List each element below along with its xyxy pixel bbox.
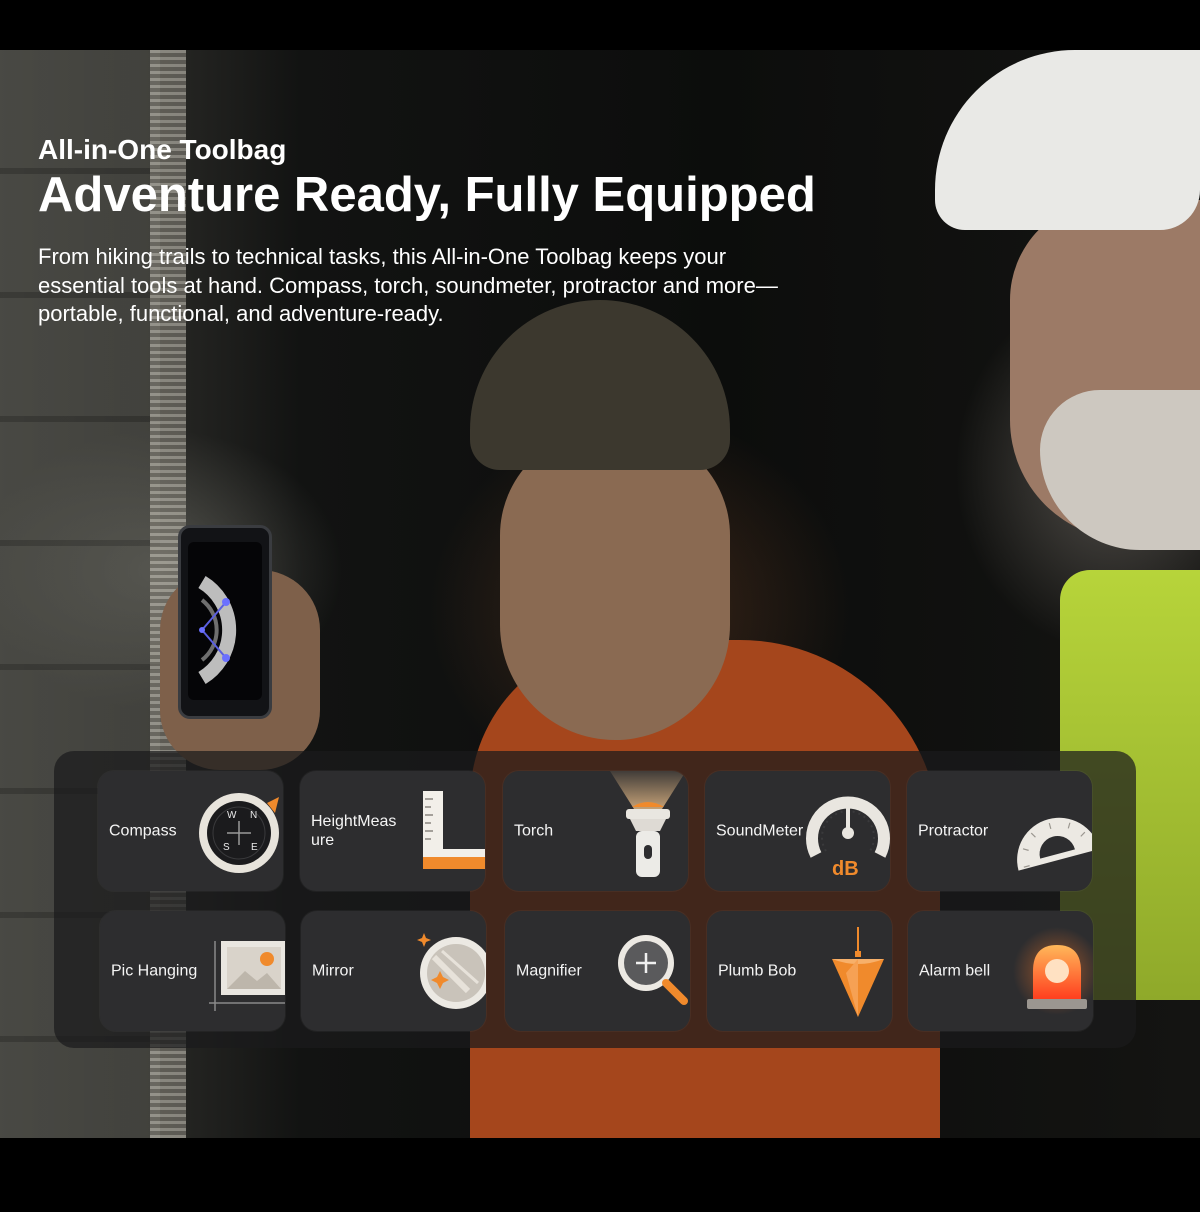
- tool-label: SoundMeter: [716, 822, 804, 840]
- protractor-icon: [1017, 817, 1092, 871]
- height-ruler-icon: [423, 791, 485, 869]
- plumb-bob-icon: [832, 927, 884, 1017]
- sound-meter-icon: dB: [806, 796, 890, 880]
- compass-mark-w: W: [227, 810, 237, 821]
- compass-mark-s: S: [223, 842, 230, 853]
- tool-label: Plumb Bob: [718, 962, 797, 980]
- tool-label: Alarm bell: [919, 962, 991, 980]
- white-hardhat: [935, 50, 1200, 230]
- compass-mark-n: N: [250, 810, 257, 821]
- torch-icon: [610, 771, 686, 877]
- headline-block: All-in-One Toolbag Adventure Ready, Full…: [38, 133, 838, 223]
- tool-label: Pic Hanging: [111, 962, 198, 980]
- tool-protractor[interactable]: Protractor: [907, 771, 1092, 891]
- tool-soundmeter[interactable]: SoundMeter dB: [705, 771, 890, 891]
- tool-label: HeightMeasure: [311, 813, 397, 849]
- main-headline: Adventure Ready, Fully Equipped: [38, 168, 816, 222]
- engineer-beard: [1040, 390, 1200, 550]
- phone-screen: [188, 542, 262, 700]
- tool-label: Mirror: [312, 962, 354, 980]
- worker-face: [500, 430, 730, 740]
- compass-mark-e: E: [251, 842, 258, 853]
- tool-grid-panel: Compass W N S E HeightMeasure Torch Soun…: [54, 751, 1136, 1048]
- tool-label: Magnifier: [516, 962, 582, 980]
- tool-magnifier[interactable]: Magnifier: [505, 911, 690, 1031]
- tool-heightmeasure[interactable]: HeightMeasure: [300, 771, 485, 891]
- tool-torch[interactable]: Torch: [503, 771, 688, 891]
- db-unit-label: dB: [832, 858, 859, 880]
- compass-icon: W N S E: [199, 793, 279, 873]
- picture-frame-icon: [209, 941, 285, 1011]
- mirror-icon: [417, 933, 486, 1009]
- tool-label: Protractor: [918, 822, 989, 840]
- tool-plumb-bob[interactable]: Plumb Bob: [707, 911, 892, 1031]
- tool-compass[interactable]: Compass W N S E: [98, 771, 283, 891]
- description-text: From hiking trails to technical tasks, t…: [38, 244, 778, 326]
- alarm-bell-icon: [1013, 927, 1093, 1015]
- magnifier-icon: [618, 935, 688, 1005]
- rugged-phone: [178, 525, 272, 719]
- tool-alarm-bell[interactable]: Alarm bell: [908, 911, 1093, 1031]
- kicker-title: All-in-One Toolbag: [38, 134, 287, 165]
- tool-label: Compass: [109, 822, 177, 840]
- tool-pic-hanging[interactable]: Pic Hanging: [100, 911, 285, 1031]
- tool-mirror[interactable]: Mirror: [301, 911, 486, 1031]
- protractor-app-icon: [198, 576, 237, 684]
- tool-label: Torch: [514, 822, 554, 840]
